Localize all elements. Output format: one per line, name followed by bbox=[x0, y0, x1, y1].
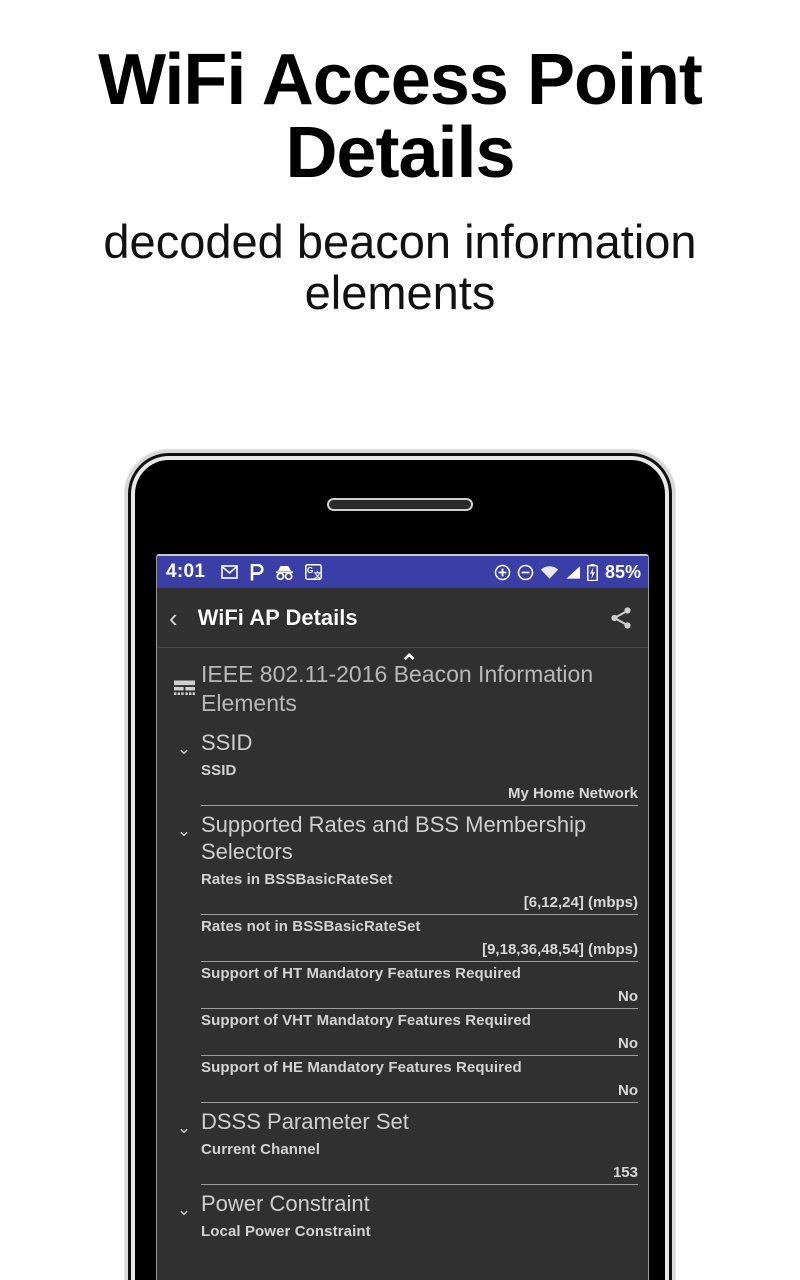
table-row: Current Channel 153 bbox=[201, 1138, 638, 1185]
beacon-header-title: IEEE 802.11-2016 Beacon Information Elem… bbox=[201, 661, 594, 716]
phone-screen: 4:01 G 文 85% ‹ WiFi AP Details IEEE 802.… bbox=[156, 554, 649, 1280]
status-bar-system-icons: 85% bbox=[494, 562, 641, 583]
status-bar: 4:01 G 文 85% bbox=[157, 556, 648, 588]
cellular-signal-icon bbox=[565, 565, 581, 580]
row-value: 153 bbox=[612, 1163, 638, 1181]
table-row: Support of HE Mandatory Features Require… bbox=[201, 1056, 638, 1103]
row-value: No bbox=[618, 1081, 638, 1099]
section-rows: Local Power Constraint bbox=[157, 1220, 648, 1240]
status-bar-notification-icons: G 文 bbox=[221, 563, 322, 581]
section-header-row[interactable]: ⌄ SSID bbox=[157, 724, 648, 759]
zoom-in-icon bbox=[494, 564, 511, 581]
svg-text:文: 文 bbox=[314, 570, 323, 580]
phone-bezel: 4:01 G 文 85% ‹ WiFi AP Details IEEE 802.… bbox=[135, 460, 665, 1280]
table-icon bbox=[167, 660, 201, 701]
section-header-row[interactable]: ⌄ DSSS Parameter Set bbox=[157, 1103, 648, 1138]
row-label: SSID bbox=[201, 761, 237, 779]
phone-frame-mid: 4:01 G 文 85% ‹ WiFi AP Details IEEE 802.… bbox=[131, 456, 669, 1280]
table-row: Support of VHT Mandatory Features Requir… bbox=[201, 1009, 638, 1056]
promo-screenshot: WiFi Access Point Details decoded beacon… bbox=[0, 0, 800, 1280]
row-value: [9,18,36,48,54] (mbps) bbox=[482, 940, 638, 958]
section-dsss-parameter-set[interactable]: ⌄ DSSS Parameter Set Current Channel 153 bbox=[157, 1103, 648, 1185]
back-button[interactable]: ‹ bbox=[169, 605, 178, 631]
gmail-icon bbox=[221, 565, 239, 579]
table-row: Rates in BSSBasicRateSet [6,12,24] (mbps… bbox=[201, 868, 638, 915]
share-icon[interactable] bbox=[608, 605, 634, 631]
row-value: No bbox=[618, 987, 638, 1005]
svg-text:G: G bbox=[307, 566, 313, 575]
promo-title: WiFi Access Point Details bbox=[98, 40, 703, 194]
battery-charging-icon bbox=[587, 563, 598, 581]
section-header-row[interactable]: ⌄ Power Constraint bbox=[157, 1185, 648, 1220]
row-value: My Home Network bbox=[507, 784, 638, 802]
section-title: DSSS Parameter Set bbox=[201, 1108, 409, 1134]
table-row: Rates not in BSSBasicRateSet [9,18,36,48… bbox=[201, 915, 638, 962]
pocketcasts-icon bbox=[249, 563, 264, 581]
row-label: Support of HT Mandatory Features Require… bbox=[201, 964, 521, 982]
scroll-to-top-icon[interactable]: ⌃ bbox=[400, 652, 418, 674]
section-rows: Rates in BSSBasicRateSet [6,12,24] (mbps… bbox=[157, 868, 648, 1103]
chevron-down-icon[interactable]: ⌄ bbox=[167, 812, 201, 839]
zoom-out-icon bbox=[517, 564, 534, 581]
wifi-icon bbox=[540, 565, 559, 580]
table-row: Local Power Constraint bbox=[201, 1220, 638, 1240]
row-value: [6,12,24] (mbps) bbox=[523, 893, 638, 911]
section-title: SSID bbox=[201, 729, 253, 755]
section-ssid[interactable]: ⌄ SSID SSID My Home Network bbox=[157, 724, 648, 806]
page-title: WiFi AP Details bbox=[197, 604, 358, 630]
phone-frame-outer: 4:01 G 文 85% ‹ WiFi AP Details IEEE 802.… bbox=[128, 453, 672, 1280]
status-bar-clock: 4:01 bbox=[166, 561, 206, 582]
table-row: Support of HT Mandatory Features Require… bbox=[201, 962, 638, 1009]
row-value: No bbox=[618, 1034, 638, 1052]
details-list[interactable]: IEEE 802.11-2016 Beacon Information Elem… bbox=[157, 648, 648, 1280]
incognito-icon bbox=[275, 565, 294, 580]
translate-icon: G 文 bbox=[305, 564, 322, 580]
row-label: Rates not in BSSBasicRateSet bbox=[201, 917, 421, 935]
phone-mockup: 4:01 G 文 85% ‹ WiFi AP Details IEEE 802.… bbox=[125, 450, 675, 1280]
row-label: Support of HE Mandatory Features Require… bbox=[201, 1058, 522, 1076]
battery-percent-label: 85% bbox=[604, 561, 641, 582]
row-label: Local Power Constraint bbox=[201, 1222, 371, 1240]
section-title: Power Constraint bbox=[201, 1190, 370, 1216]
chevron-down-icon[interactable]: ⌄ bbox=[167, 1109, 201, 1136]
table-row: SSID My Home Network bbox=[201, 759, 638, 806]
section-power-constraint[interactable]: ⌄ Power Constraint Local Power Constrain… bbox=[157, 1185, 648, 1240]
section-title: Supported Rates and BSS Membership Selec… bbox=[201, 811, 587, 864]
section-rows: SSID My Home Network bbox=[157, 759, 648, 806]
earpiece-speaker bbox=[327, 498, 473, 511]
row-label: Rates in BSSBasicRateSet bbox=[201, 870, 393, 888]
chevron-down-icon[interactable]: ⌄ bbox=[167, 730, 201, 757]
row-label: Current Channel bbox=[201, 1140, 321, 1158]
promo-text-block: WiFi Access Point Details decoded beacon… bbox=[0, 40, 800, 319]
app-bar: ‹ WiFi AP Details bbox=[157, 588, 648, 648]
chevron-down-icon[interactable]: ⌄ bbox=[167, 1191, 201, 1218]
section-supported-rates[interactable]: ⌄ Supported Rates and BSS Membership Sel… bbox=[157, 806, 648, 1103]
promo-subtitle: decoded beacon information elements bbox=[103, 214, 697, 319]
section-rows: Current Channel 153 bbox=[157, 1138, 648, 1185]
row-label: Support of VHT Mandatory Features Requir… bbox=[201, 1011, 532, 1029]
section-header-row[interactable]: ⌄ Supported Rates and BSS Membership Sel… bbox=[157, 806, 648, 868]
